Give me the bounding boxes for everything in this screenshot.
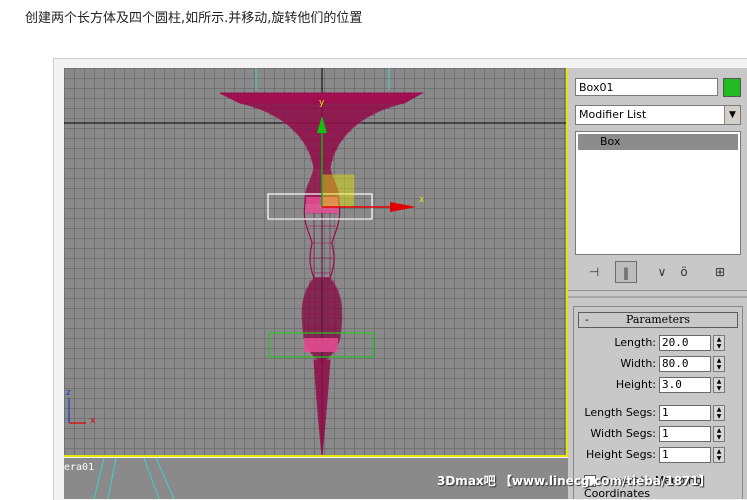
- param-length: Length: 20.0 ▲ ▼: [574, 335, 744, 353]
- chevron-down-icon[interactable]: ▼: [724, 106, 740, 124]
- height-segs-field[interactable]: 1: [659, 447, 711, 463]
- pink-band: [304, 338, 338, 352]
- param-length-segs: Length Segs: 1 ▲ ▼: [574, 405, 744, 423]
- panel-divider: [568, 296, 747, 298]
- param-height-segs: Height Segs: 1 ▲ ▼: [574, 447, 744, 465]
- param-label: Width:: [620, 357, 656, 370]
- length-field[interactable]: 20.0: [659, 335, 711, 351]
- modifier-list-label: Modifier List: [579, 108, 647, 121]
- page-caption: 创建两个长方体及四个圆柱,如所示.并移动,旋转他们的位置: [25, 11, 363, 26]
- object-color-swatch[interactable]: [723, 78, 741, 97]
- param-label: Height Segs:: [585, 448, 656, 461]
- parameters-rollout: - Parameters Length: 20.0 ▲ ▼ Width: 80.0…: [573, 306, 744, 500]
- gizmo-x-label: x: [419, 195, 425, 205]
- object-name-field[interactable]: Box01: [575, 78, 718, 96]
- make-unique-icon[interactable]: ∨: [651, 261, 673, 283]
- active-viewport-border: [64, 455, 568, 457]
- length-segs-spinner[interactable]: ▲ ▼: [713, 405, 725, 421]
- width-segs-spinner[interactable]: ▲ ▼: [713, 426, 725, 442]
- modifier-list-dropdown[interactable]: Modifier List ▼: [575, 105, 741, 125]
- pin-stack-icon[interactable]: ⊣: [583, 261, 605, 283]
- front-viewport[interactable]: y x z x: [64, 68, 566, 455]
- wireframe-column: [219, 92, 424, 455]
- modifier-stack[interactable]: Box: [575, 131, 741, 255]
- parameters-rollout-header[interactable]: - Parameters: [578, 312, 738, 328]
- param-label: Height:: [615, 378, 656, 391]
- remove-modifier-icon[interactable]: ö: [673, 261, 695, 283]
- configure-modifier-sets-icon[interactable]: ⊞: [709, 261, 731, 283]
- height-segs-spinner[interactable]: ▲ ▼: [713, 447, 725, 463]
- param-label: Length:: [614, 336, 656, 349]
- height-spinner[interactable]: ▲ ▼: [713, 377, 725, 393]
- axis-tripod-icon: [68, 398, 86, 424]
- length-spinner[interactable]: ▲ ▼: [713, 335, 725, 351]
- viewport-scene: [64, 68, 566, 455]
- camera-viewport-label[interactable]: era01: [64, 462, 94, 473]
- param-height: Height: 3.0 ▲ ▼: [574, 377, 744, 395]
- param-label: Width Segs:: [590, 427, 656, 440]
- param-width: Width: 80.0 ▲ ▼: [574, 356, 744, 374]
- show-end-result-icon[interactable]: ‖: [615, 261, 637, 283]
- param-label: Length Segs:: [584, 406, 656, 419]
- height-field[interactable]: 3.0: [659, 377, 711, 393]
- panel-divider: [568, 290, 747, 291]
- width-spinner[interactable]: ▲ ▼: [713, 356, 725, 372]
- gizmo-y-label: y: [319, 98, 325, 108]
- length-segs-field[interactable]: 1: [659, 405, 711, 421]
- width-field[interactable]: 80.0: [659, 356, 711, 372]
- param-width-segs: Width Segs: 1 ▲ ▼: [574, 426, 744, 444]
- modify-command-panel: Box01 Modifier List ▼ Box ⊣ ‖ ∨ ö ⊞ - Pa…: [568, 68, 747, 500]
- stack-toolbar: ⊣ ‖ ∨ ö ⊞: [575, 261, 741, 285]
- rollout-title: Parameters: [625, 313, 691, 326]
- tripod-x-label: x: [90, 416, 96, 426]
- stack-item-box[interactable]: Box: [578, 134, 738, 150]
- width-segs-field[interactable]: 1: [659, 426, 711, 442]
- tripod-z-label: z: [66, 388, 71, 398]
- watermark: 3Dmax吧 【www.linecg.com/tieba/1871】: [437, 474, 711, 488]
